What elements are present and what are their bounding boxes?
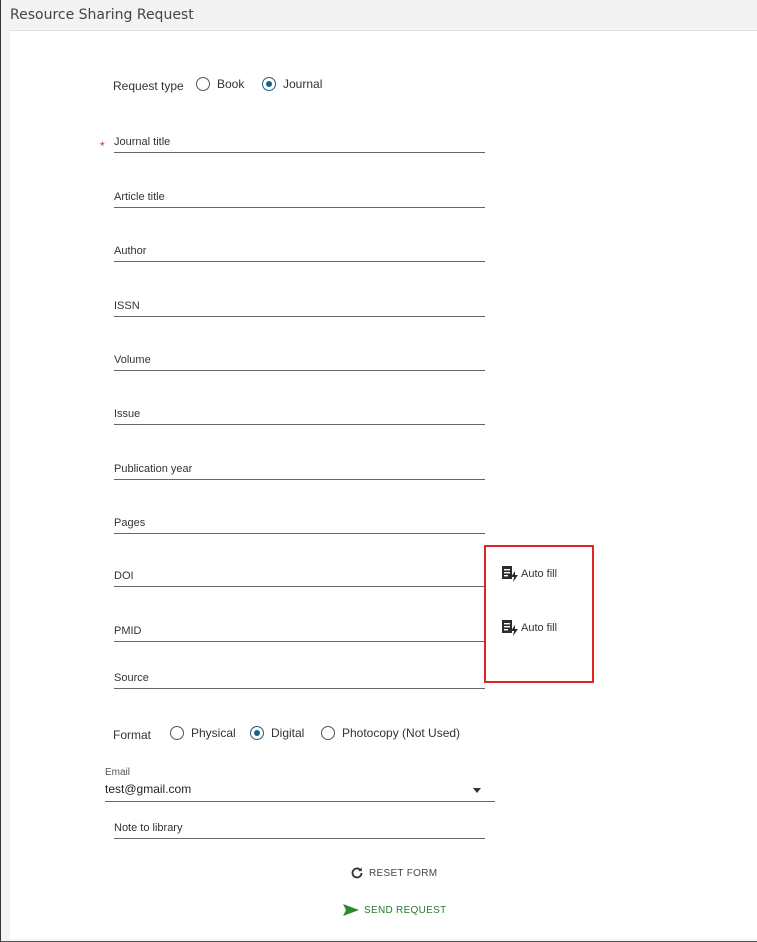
required-asterisk: * xyxy=(100,139,105,153)
radio-circle-icon xyxy=(321,726,335,740)
publication-year-field[interactable]: Publication year xyxy=(114,458,485,480)
format-photocopy-radio[interactable]: Photocopy (Not Used) xyxy=(321,726,460,740)
author-field[interactable]: Author xyxy=(114,240,485,262)
radio-checked-icon xyxy=(262,77,276,91)
autofill-icon xyxy=(502,566,518,582)
radio-checked-icon xyxy=(250,726,264,740)
email-label: Email xyxy=(105,767,131,778)
radio-circle-icon xyxy=(196,77,210,91)
send-request-label: SEND REQUEST xyxy=(364,904,447,916)
doi-autofill-button[interactable]: Auto fill xyxy=(501,565,557,583)
format-digital-radio[interactable]: Digital xyxy=(250,726,304,740)
volume-field[interactable]: Volume xyxy=(114,349,485,371)
autofill-label: Auto fill xyxy=(521,622,558,634)
request-type-label: Request type xyxy=(113,79,184,93)
send-icon xyxy=(343,904,359,916)
format-label: Format xyxy=(113,728,152,742)
field-label: Pages xyxy=(114,517,146,529)
dialog-title: Resource Sharing Request xyxy=(10,0,757,30)
field-label: Source xyxy=(114,672,149,684)
reset-form-label: RESET FORM xyxy=(369,867,438,879)
pages-field[interactable]: Pages xyxy=(114,512,485,534)
radio-label: Journal xyxy=(283,77,323,91)
pmid-autofill-button[interactable]: Auto fill xyxy=(501,619,557,637)
radio-circle-icon xyxy=(170,726,184,740)
email-select[interactable]: test@gmail.com xyxy=(105,780,495,802)
field-label: Note to library xyxy=(114,822,183,834)
autofill-label: Auto fill xyxy=(521,568,558,580)
source-field[interactable]: Source xyxy=(114,667,485,689)
issue-field[interactable]: Issue xyxy=(114,403,485,425)
request-type-journal-radio[interactable]: Journal xyxy=(262,77,322,91)
autofill-icon xyxy=(502,620,518,636)
pmid-field[interactable]: PMID xyxy=(114,620,485,642)
send-request-button[interactable]: SEND REQUEST xyxy=(342,903,447,917)
article-title-field[interactable]: Article title xyxy=(114,186,485,208)
field-label: Article title xyxy=(114,191,165,203)
radio-label: Book xyxy=(217,77,245,91)
field-label: ISSN xyxy=(114,300,140,312)
journal-title-field[interactable]: Journal title xyxy=(114,131,485,153)
field-label: PMID xyxy=(114,625,142,637)
field-label: Volume xyxy=(114,354,151,366)
reset-form-button[interactable]: RESET FORM xyxy=(350,866,437,880)
radio-label: Photocopy (Not Used) xyxy=(342,726,461,740)
field-label: Publication year xyxy=(114,463,193,475)
issn-field[interactable]: ISSN xyxy=(114,295,485,317)
note-to-library-field[interactable]: Note to library xyxy=(114,817,485,839)
radio-label: Physical xyxy=(191,726,236,740)
reset-icon xyxy=(351,867,363,879)
request-type-book-radio[interactable]: Book xyxy=(196,77,244,91)
dropdown-caret-icon xyxy=(473,788,481,793)
field-label: DOI xyxy=(114,570,134,582)
request-form: Request type Book Journal * Journal titl… xyxy=(10,30,757,939)
field-label: Author xyxy=(114,245,147,257)
field-label: Journal title xyxy=(114,136,171,148)
doi-field[interactable]: DOI xyxy=(114,565,485,587)
email-value: test@gmail.com xyxy=(105,782,192,796)
dialog-frame: Resource Sharing Request Request type Bo… xyxy=(0,0,757,942)
field-label: Issue xyxy=(114,408,141,420)
format-physical-radio[interactable]: Physical xyxy=(170,726,236,740)
radio-label: Digital xyxy=(271,726,305,740)
